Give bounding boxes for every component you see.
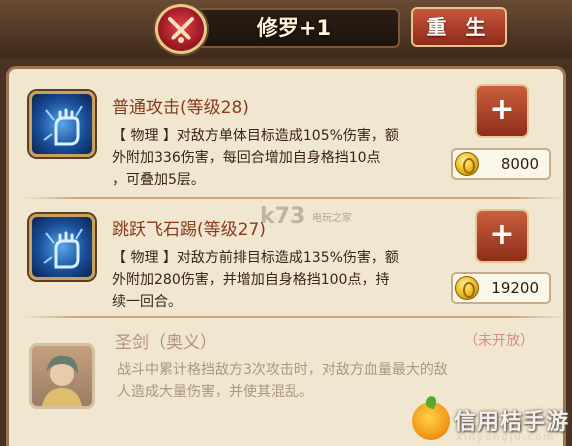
reset-button[interactable]: 重 生	[411, 7, 507, 47]
desc-line: 外附加280伤害，并增加自身格挡100点，持	[112, 272, 390, 288]
divider	[23, 197, 567, 199]
saint-portrait-icon	[29, 343, 95, 409]
watermark-text: k73	[260, 204, 306, 229]
gold-coin-icon	[455, 152, 479, 176]
cost-value: 19200	[491, 279, 539, 297]
skill-description: 【 物理 】对敌方单体目标造成105%伤害，额 外附加336伤害，每回合增加自身…	[112, 125, 399, 191]
desc-line: 外附加336伤害，每回合增加自身格挡10点	[112, 150, 381, 166]
crossed-swords-icon	[155, 4, 207, 54]
upgrade-skill-button[interactable]: +	[475, 209, 529, 263]
skill-name: 跳跃飞石踢(等级27)	[112, 220, 266, 240]
desc-line: 人造成大量伤害，并使其混乱。	[117, 384, 313, 400]
upgrade-cost: 19200	[451, 272, 551, 304]
gold-coin-icon	[455, 276, 479, 300]
locked-skill-description: 战斗中累计格挡敌方3次攻击时，对敌方血量最大的敌 人造成大量伤害，并使其混乱。	[117, 359, 448, 403]
skill-name: 普通攻击(等级28)	[112, 98, 249, 118]
fist-icon[interactable]	[29, 214, 95, 280]
upgrade-cost: 8000	[451, 148, 551, 180]
desc-line: 战斗中累计格挡敌方3次攻击时，对敌方血量最大的敌	[117, 362, 448, 378]
desc-line: 【 物理 】对敌方单体目标造成105%伤害，额	[112, 128, 399, 144]
locked-status: （未开放）	[464, 333, 534, 349]
upgrade-skill-button[interactable]: +	[475, 84, 529, 138]
skill-description: 【 物理 】对敌方前排目标造成135%伤害，额 外附加280伤害，并增加自身格挡…	[112, 247, 399, 313]
desc-line: 【 物理 】对敌方前排目标造成135%伤害，额	[112, 250, 399, 266]
orange-logo-icon	[412, 402, 450, 440]
hero-title: 修罗+1	[256, 16, 332, 40]
desc-line: ，可叠加5层。	[112, 172, 205, 188]
divider	[23, 316, 567, 318]
desc-line: 续一回合。	[112, 294, 182, 310]
watermark-subtext: 电玩之家	[312, 213, 352, 224]
fist-icon[interactable]	[29, 91, 95, 157]
locked-skill-name: 圣剑（奥义）	[115, 333, 217, 353]
cost-value: 8000	[500, 155, 539, 173]
skill-panel: 普通攻击(等级28) 【 物理 】对敌方单体目标造成105%伤害，额 外附加33…	[6, 66, 567, 446]
brand-url: xinyongju.com	[456, 432, 556, 443]
